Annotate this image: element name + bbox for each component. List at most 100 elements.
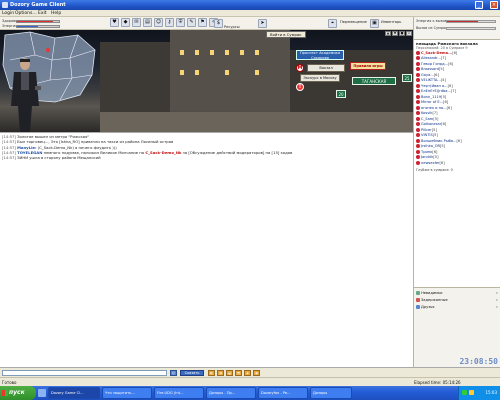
action-icon[interactable]: ◒ [226,370,233,376]
metro-icon[interactable]: M [296,64,304,72]
menu-help[interactable]: Help [51,11,61,16]
user-name[interactable]: огонек и по... [421,106,447,110]
street-sign-green[interactable]: ТАГАНСКАЯ [352,77,396,85]
status-ready: Готово [2,380,17,385]
user-level: [5] [441,94,447,99]
action-icon[interactable]: ◑ [217,370,224,376]
task-button[interactable]: Fire.UDG (Int... [154,387,204,399]
user-name[interactable]: Jrsihka_OR [421,144,440,148]
game-viewport[interactable]: Войти в Сумрак ▲ ▼ ■ × Проспект Академика С… [0,30,413,132]
excursion-button[interactable]: Экскурс в Москву [300,74,340,82]
user-name[interactable]: VELIKTTA... [421,78,441,82]
user-name[interactable]: Bonn_1119 [421,95,441,99]
chat-nick[interactable]: ManyLie: [17,145,36,150]
chat-log[interactable]: [14:57] Золотое вышел из метро "Рижская"… [0,132,413,367]
shield-icon[interactable]: ⛨ [176,18,185,27]
user-name[interactable]: Тринк [421,150,432,154]
user-name[interactable]: Mirror of E... [421,100,443,104]
scroll-icon[interactable]: ✎ [187,18,196,27]
user-level: [7] [440,56,446,60]
user-level: [6] [447,83,453,88]
user-name[interactable]: C_Sam [421,117,433,121]
user-level: [6] [441,122,447,126]
close-view-icon[interactable]: × [406,31,412,36]
task-button[interactable]: Дозоры - Пр... [206,387,256,399]
user-status-icon [416,105,420,110]
down-icon[interactable]: ▼ [392,31,398,36]
rules-button[interactable]: Правила игры [350,62,386,70]
user-name[interactable]: Pillcer [421,128,432,132]
user-name[interactable]: Kosvik [421,111,432,115]
start-button[interactable]: пуск [0,386,36,400]
user-name[interactable]: VINTIS [421,133,433,137]
hp-bar [16,20,60,23]
street-sign-blue[interactable]: Проспект Академика Сахарова [296,50,344,60]
friends-group[interactable]: Друзья [416,305,434,309]
invisible-group[interactable]: Невидимки [416,291,442,295]
gem-icon[interactable]: ◆ [121,18,130,27]
elapsed-time: Elapsed time: 05:14:26 [414,380,461,385]
chat-input[interactable] [2,370,167,376]
detained-group[interactable]: Задержанные [416,298,448,302]
user-name[interactable]: Gaya... [421,73,434,77]
menu-exit[interactable]: Exit [38,11,47,16]
minimize-button[interactable]: _ [475,1,483,9]
hp-row: Здоровье [2,19,62,23]
action-icon[interactable]: ◉ [253,370,260,376]
flag-icon[interactable]: ⚑ [198,18,207,27]
chat-nick[interactable]: TOYELEGAN [17,150,42,155]
toolbar-move[interactable]: Перемещение [340,20,367,24]
task-button[interactable]: Что защитить... [102,387,152,399]
user-level: [6] [439,160,445,165]
heart-icon[interactable]: ♥ [110,18,119,27]
smiley-icon[interactable]: ☺ [170,370,177,376]
user-name[interactable]: Galkonesar [421,122,441,126]
toolbar-inventory[interactable]: Инвентарь [381,20,401,24]
user-name[interactable]: C_Sack-Demo... [421,51,452,55]
menu-options[interactable]: Options... [15,11,37,16]
move-icon[interactable]: ➤ [258,19,267,28]
say-button[interactable]: Сказать [180,370,204,376]
action-icon[interactable]: ◓ [235,370,242,376]
network-icon[interactable] [462,390,467,395]
user-name[interactable]: ЕлЕнЕтЕ(Jrdba... [421,89,451,93]
user-name[interactable]: Гевор Гонрд... [421,62,448,66]
user-name[interactable]: Черт(Иван о... [421,84,448,88]
map-icon[interactable]: ⌖ [328,19,337,28]
task-button[interactable]: Dozoryfax - Pe... [258,387,308,399]
close-button[interactable]: × [490,1,498,9]
lit-window [195,50,199,55]
expand-icon[interactable]: » [496,305,498,309]
expand-icon[interactable]: » [496,291,498,295]
chat-icon[interactable]: ✉ [132,18,141,27]
menu-login[interactable]: Login [2,11,14,16]
action-icon[interactable]: ◐ [208,370,215,376]
user-status-icon [416,100,420,104]
person-icon[interactable]: ☺ [154,18,163,27]
station-button[interactable]: Вокзал [307,64,345,72]
resources-icon[interactable]: $ [214,19,223,28]
enter-twilight-button[interactable]: Войти в Сумрак [266,31,306,38]
stop-icon[interactable]: ■ [399,31,405,36]
lock-icon[interactable]: ⚷ [165,18,174,27]
volume-icon[interactable] [469,390,474,395]
inventory-icon[interactable]: ▣ [370,19,379,28]
quick-launch-icon[interactable] [38,389,46,397]
toolbar-resources[interactable]: Ресурсы [224,25,240,29]
user-name[interactable]: Broassard [421,67,439,71]
chat-nick-target[interactable]: C_Sack-Demo_Nk [145,150,181,155]
user-name[interactable]: Allesandr... [421,56,441,60]
user-name[interactable]: Волшебник Рыба... [421,139,457,143]
user-level: [5] [438,67,445,71]
expand-icon[interactable]: » [496,298,498,302]
character-avatar[interactable] [8,56,42,132]
action-icon[interactable]: ◈ [244,370,251,376]
user-status-icon [416,149,420,154]
user-name[interactable]: newsexfer [421,161,440,165]
task-button[interactable]: Dozory Game Cl... [48,387,100,399]
book-icon[interactable]: ▤ [143,18,152,27]
user-name[interactable]: Jandrik [421,155,433,159]
up-icon[interactable]: ▲ [385,31,391,36]
user-level: [6] [448,61,454,66]
task-button[interactable]: Дозоры [310,387,352,399]
